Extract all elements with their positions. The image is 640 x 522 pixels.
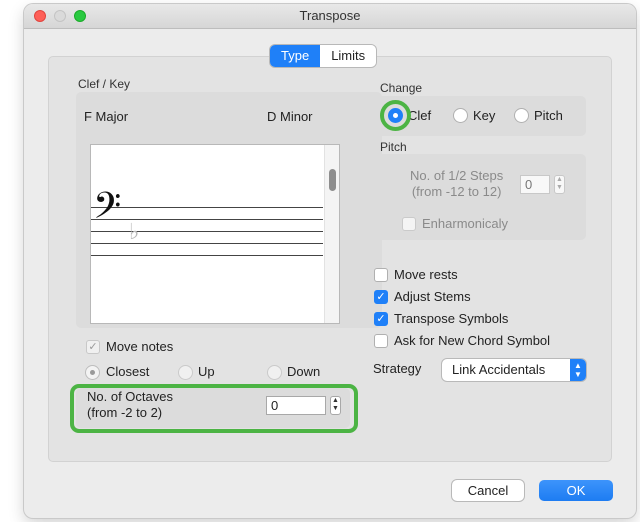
staff-preview: 𝄢 ♭ [90, 144, 340, 324]
ask-chord-symbol-label: Ask for New Chord Symbol [394, 333, 551, 348]
enharmonic-label: Enharmonicaly [422, 216, 508, 231]
octaves-label-line1: No. of Octaves [87, 389, 173, 404]
move-rests-label: Move rests [394, 267, 458, 282]
bass-clef-icon: 𝄢 [93, 185, 122, 236]
staff-line [91, 243, 323, 244]
octaves-label-line2: (from -2 to 2) [87, 405, 163, 420]
adjust-stems-checkbox[interactable]: ✓ [374, 290, 388, 304]
ok-button[interactable]: OK [539, 480, 613, 501]
down-radio[interactable] [267, 365, 282, 380]
strategy-value: Link Accidentals [452, 362, 546, 377]
staff-line [91, 219, 323, 220]
change-label: Change [380, 81, 423, 95]
down-label: Down [287, 364, 321, 379]
tab-bar: Type Limits [270, 45, 377, 67]
transpose-symbols-label: Transpose Symbols [394, 311, 509, 326]
steps-label-line2: (from -12 to 12) [411, 184, 502, 199]
steps-stepper[interactable]: ▲ ▼ [554, 175, 565, 194]
steps-input[interactable]: 0 [520, 175, 550, 194]
steps-label-line1: No. of 1/2 Steps [410, 168, 504, 183]
ask-chord-symbol-checkbox[interactable] [374, 334, 388, 348]
staff-scrollbar-thumb[interactable] [329, 169, 336, 191]
popup-arrows-icon: ▲ ▼ [570, 359, 586, 381]
pitch-option-label: Pitch [534, 108, 563, 123]
octaves-stepper[interactable]: ▲ ▼ [330, 396, 341, 415]
clef-radio[interactable] [388, 108, 403, 123]
staff-line [91, 255, 323, 256]
clef-option-label: Clef [408, 108, 432, 123]
title-bar: Transpose [24, 4, 636, 29]
transpose-symbols-checkbox[interactable]: ✓ [374, 312, 388, 326]
strategy-label: Strategy [373, 361, 422, 376]
octaves-label: No. of Octaves (from -2 to 2) [87, 389, 173, 421]
window-title: Transpose [299, 8, 361, 23]
staff-line [91, 207, 323, 208]
move-notes-checkbox[interactable]: ✓ [86, 340, 100, 354]
enharmonic-checkbox[interactable] [402, 217, 416, 231]
up-label: Up [198, 364, 215, 379]
from-key-label: F Major [84, 109, 129, 124]
steps-label: No. of 1/2 Steps (from -12 to 12) [410, 168, 503, 200]
flat-icon: ♭ [129, 220, 140, 245]
strategy-popup[interactable]: Link Accidentals ▲ ▼ [442, 359, 586, 381]
move-rests-checkbox[interactable] [374, 268, 388, 282]
closest-radio[interactable] [85, 365, 100, 380]
adjust-stems-label: Adjust Stems [394, 289, 471, 304]
octaves-input[interactable]: 0 [266, 396, 326, 415]
tab-type[interactable]: Type [270, 45, 321, 67]
key-radio[interactable] [453, 108, 468, 123]
staff-scrollbar[interactable] [324, 145, 339, 323]
key-option-label: Key [473, 108, 496, 123]
pitch-label: Pitch [380, 140, 407, 154]
transpose-dialog: Transpose Type Limits Clef / Key F Major… [24, 4, 636, 518]
closest-label: Closest [106, 364, 150, 379]
clef-key-label: Clef / Key [78, 77, 131, 91]
pitch-radio[interactable] [514, 108, 529, 123]
staff-line [91, 231, 323, 232]
tab-limits[interactable]: Limits [320, 45, 377, 67]
up-radio[interactable] [178, 365, 193, 380]
cancel-button[interactable]: Cancel [452, 480, 524, 501]
to-key-label: D Minor [267, 109, 313, 124]
move-notes-label: Move notes [106, 339, 174, 354]
